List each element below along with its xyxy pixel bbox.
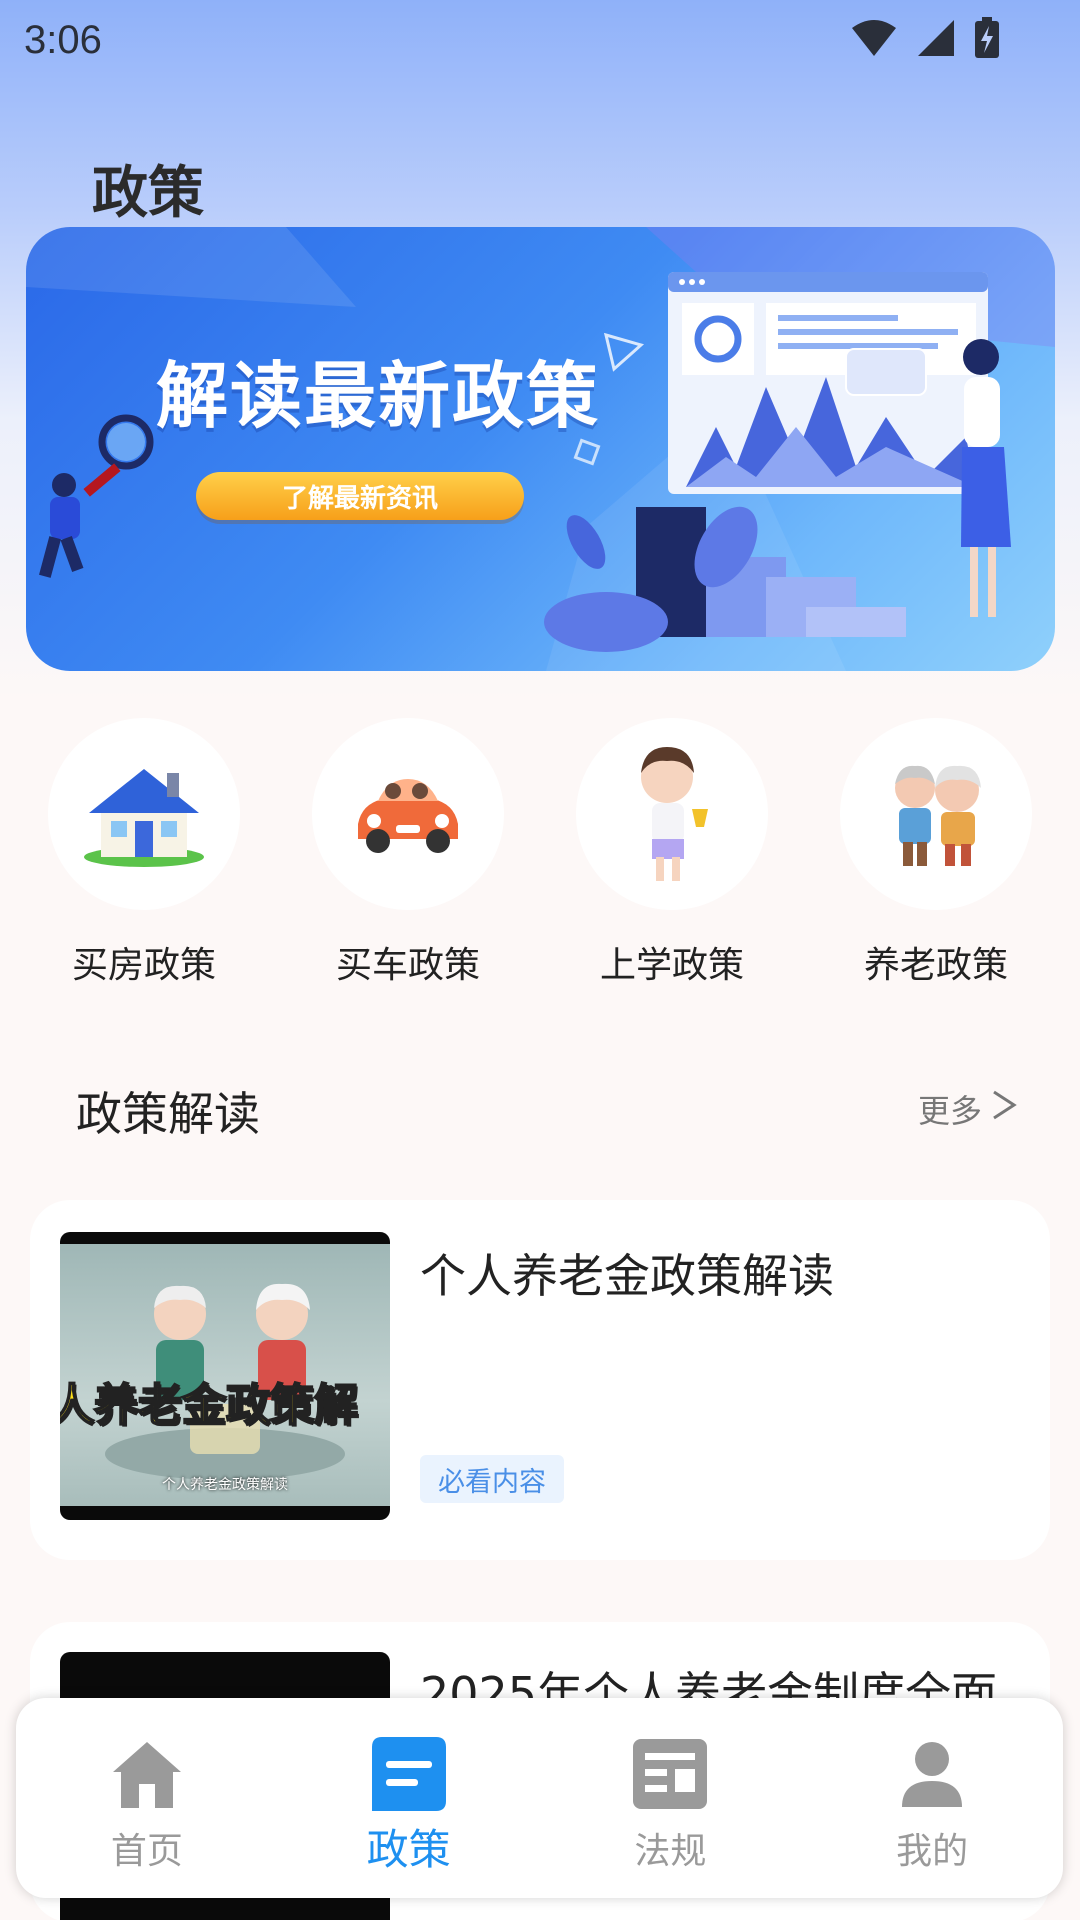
category-label: 买车政策	[335, 945, 480, 986]
chevron-right-icon	[990, 1088, 1018, 1130]
promo-banner[interactable]: 解读最新政策 了解最新资讯	[26, 227, 1055, 671]
article-title: 个人养老金政策解读	[420, 1249, 834, 1303]
nav-label: 法规	[634, 1831, 707, 1872]
banner-illustration	[26, 227, 1055, 671]
article-thumbnail: 人养老金政策解 个人养老金政策解读	[60, 1232, 390, 1520]
car-icon	[312, 718, 504, 910]
bottom-navigation: 首页 政策 法规 我的	[16, 1698, 1063, 1898]
banner-title: 解读最新政策	[156, 354, 601, 438]
thumbnail-title-text: 人养老金政策解	[60, 1379, 359, 1432]
banner-learn-more-button[interactable]: 了解最新资讯	[196, 472, 524, 520]
policy-categories: 买房政策 买车政策 上学政策 养老政策	[0, 718, 1080, 998]
status-icons	[850, 17, 1000, 63]
nav-label: 政策	[366, 1825, 451, 1874]
home-icon	[107, 1736, 187, 1812]
section-title-policy-interpretation: 政策解读	[76, 1087, 260, 1141]
category-car[interactable]: 买车政策	[298, 718, 518, 988]
more-label: 更多	[918, 1092, 983, 1130]
regulation-icon	[630, 1736, 710, 1812]
status-bar: 3:06	[0, 0, 1080, 80]
house-icon	[48, 718, 240, 910]
policy-icon	[369, 1736, 449, 1812]
category-housing[interactable]: 买房政策	[34, 718, 254, 988]
nav-item-profile[interactable]: 我的	[801, 1698, 1063, 1898]
article-card[interactable]: 人养老金政策解 个人养老金政策解读 个人养老金政策解读 必看内容	[30, 1200, 1050, 1560]
thumbnail-caption: 个人养老金政策解读	[162, 1477, 288, 1493]
cellular-signal-icon	[916, 18, 956, 62]
elderly-couple-icon	[840, 718, 1032, 910]
article-tag: 必看内容	[420, 1455, 564, 1503]
status-time: 3:06	[24, 17, 102, 62]
page-title: 政策	[92, 161, 204, 226]
wifi-icon	[850, 18, 898, 62]
profile-icon	[892, 1736, 972, 1812]
category-elderly[interactable]: 养老政策	[826, 718, 1046, 988]
more-link[interactable]: 更多	[918, 1086, 1018, 1132]
nav-item-home[interactable]: 首页	[16, 1698, 278, 1898]
nav-item-regulations[interactable]: 法规	[540, 1698, 802, 1898]
nav-label: 我的	[896, 1831, 969, 1872]
nav-item-policy[interactable]: 政策	[278, 1698, 540, 1898]
category-school[interactable]: 上学政策	[562, 718, 782, 988]
category-label: 买房政策	[71, 945, 216, 986]
category-label: 养老政策	[863, 945, 1008, 986]
battery-charging-icon	[974, 17, 1000, 63]
student-icon	[576, 718, 768, 910]
nav-label: 首页	[110, 1831, 183, 1872]
category-label: 上学政策	[599, 945, 744, 986]
